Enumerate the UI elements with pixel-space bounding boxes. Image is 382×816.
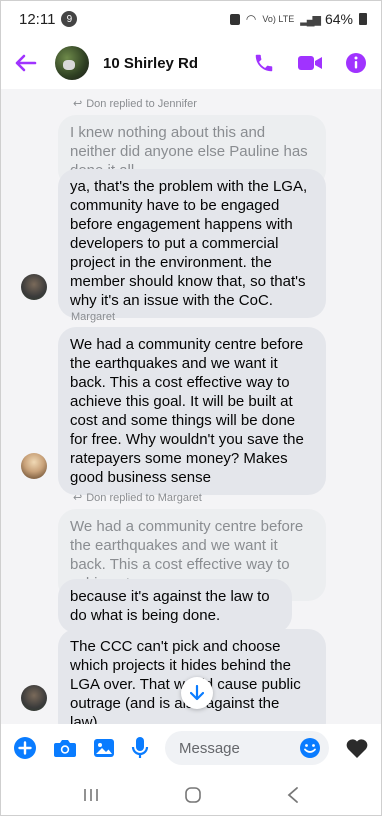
battery-percent: 64%	[324, 11, 353, 27]
message-input-box[interactable]	[165, 731, 329, 765]
system-nav-bar	[1, 772, 381, 815]
notification-count-badge: 9	[61, 11, 78, 27]
sender-name: Margaret	[71, 311, 116, 323]
back-button[interactable]	[15, 49, 43, 77]
screen: 12:11 9 ◠ Vo) LTE ▂▄▆ 64% 10 Shirley Rd …	[0, 0, 382, 816]
microphone-icon[interactable]	[131, 736, 149, 760]
avatar[interactable]	[21, 453, 47, 479]
signal-icon: ▂▄▆	[300, 13, 321, 26]
message-bubble[interactable]: The CCC can't pick and choose which proj…	[58, 629, 326, 724]
wifi-icon: ◠	[245, 12, 257, 26]
chat-title[interactable]: 10 Shirley Rd	[103, 55, 198, 72]
avatar[interactable]	[21, 274, 47, 300]
phone-icon[interactable]	[253, 52, 275, 74]
info-icon[interactable]	[345, 52, 367, 74]
plus-icon[interactable]	[13, 736, 37, 760]
lock-icon	[229, 13, 240, 25]
battery-icon	[359, 13, 367, 25]
message-bubble[interactable]: because it's against the law to do what …	[58, 579, 292, 633]
message-input[interactable]	[179, 739, 299, 757]
reply-arrow-icon: ↩	[73, 98, 83, 110]
recent-apps-icon[interactable]	[82, 787, 100, 803]
heart-icon[interactable]	[345, 737, 369, 759]
back-arrow-icon	[15, 54, 37, 72]
reply-arrow-icon: ↩	[73, 492, 83, 504]
status-time: 12:11	[19, 10, 56, 28]
camera-icon[interactable]	[53, 737, 77, 759]
video-camera-icon[interactable]	[297, 53, 323, 73]
reply-note: ↩ Don replied to Margaret	[73, 491, 202, 505]
message-list[interactable]: ↩ Don replied to Jennifer I knew nothing…	[1, 89, 381, 724]
gallery-icon[interactable]	[93, 737, 115, 759]
message-bubble[interactable]: ya, that's the problem with the LGA, com…	[58, 169, 326, 318]
header-actions	[253, 52, 367, 74]
reply-note: ↩ Don replied to Jennifer	[73, 97, 197, 111]
emoji-icon[interactable]	[299, 737, 321, 759]
message-bubble[interactable]: We had a community centre before the ear…	[58, 327, 326, 495]
avatar[interactable]	[21, 685, 47, 711]
chat-header: 10 Shirley Rd	[1, 37, 381, 89]
arrow-down-icon	[190, 685, 204, 701]
status-bar: 12:11 9 ◠ Vo) LTE ▂▄▆ 64%	[1, 1, 381, 37]
scroll-to-bottom-button[interactable]	[181, 677, 213, 709]
home-icon[interactable]	[183, 785, 203, 805]
composer	[1, 724, 381, 772]
back-nav-icon[interactable]	[286, 786, 300, 804]
status-right: ◠ Vo) LTE ▂▄▆ 64%	[229, 11, 367, 27]
volte-label: Vo) LTE	[262, 13, 295, 24]
group-avatar[interactable]	[55, 46, 89, 80]
